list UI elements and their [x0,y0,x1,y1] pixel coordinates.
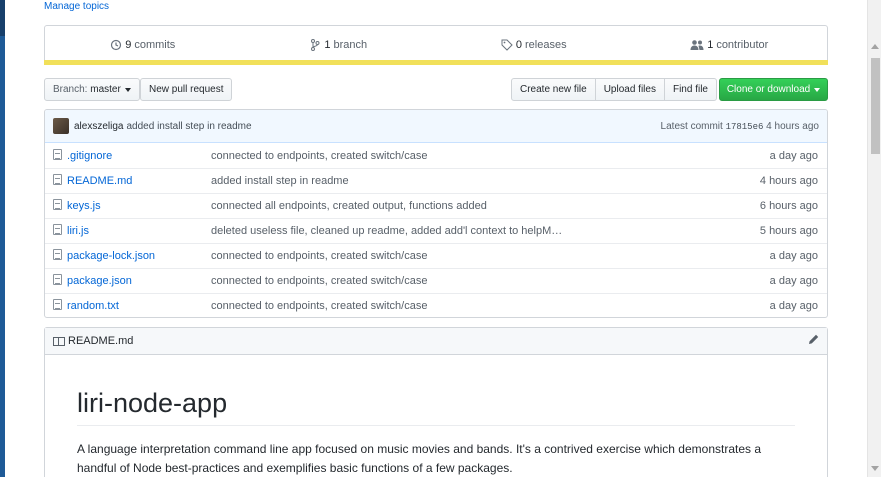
file-row: package.json connected to endpoints, crea… [45,268,827,293]
file-icon-cell [45,224,67,238]
window-frame-left [0,0,5,477]
create-new-file-button[interactable]: Create new file [511,78,596,101]
commit-sha[interactable]: 17815e6 [726,122,764,132]
pencil-icon[interactable] [808,334,819,348]
file-icon-cell [45,249,67,263]
latest-commit-label: Latest commit [660,120,723,132]
file-commit-message[interactable]: connected to endpoints, created switch/c… [211,250,707,262]
commits-stat[interactable]: 9 commits [45,26,241,64]
file-icon-cell [45,174,67,188]
file-list: alexszeliga added install step in readme… [44,109,828,318]
file-icon-cell [45,299,67,313]
file-name-link[interactable]: liri.js [67,225,211,237]
branches-stat[interactable]: 1 branch [241,26,437,64]
scrollbar-thumb[interactable] [871,58,880,154]
file-icon [53,299,62,310]
commits-label: commits [134,39,176,51]
file-row: liri.js deleted useless file, cleaned up … [45,218,827,243]
language-bar[interactable] [44,60,828,65]
file-commit-age: a day ago [769,250,818,262]
file-name-link[interactable]: package-lock.json [67,250,211,262]
file-commit-message[interactable]: connected to endpoints, created switch/c… [211,275,707,287]
file-commit-age: a day ago [769,275,818,287]
file-row: random.txt connected to endpoints, create… [45,293,827,317]
tag-icon [501,39,513,51]
latest-commit-info: Latest commit 17815e6 4 hours ago [661,121,819,132]
file-icon [53,199,62,210]
releases-stat[interactable]: 0 releases [436,26,632,64]
caret-down-icon [124,87,131,92]
file-icon [53,224,62,235]
file-name-link[interactable]: keys.js [67,200,211,212]
releases-count: 0 [515,39,523,51]
commit-age: 4 hours ago [766,120,819,132]
file-icon [53,274,62,285]
branches-label: branch [333,39,368,51]
commit-message[interactable]: added install step in readme [126,121,251,132]
new-pull-request-button[interactable]: New pull request [140,78,233,101]
file-commit-age: 6 hours ago [759,200,818,212]
clone-or-download-label: Clone or download [726,84,811,95]
readme-paragraph: A language interpretation command line a… [77,442,762,475]
releases-label: releases [525,39,567,51]
file-actions-group: Create new file Upload files Find file [511,78,717,101]
file-commit-age: 5 hours ago [759,225,818,237]
readme-body: liri-node-app A language interpretation … [45,388,827,477]
branch-select-button[interactable]: Branch: master [44,78,140,101]
file-name-link[interactable]: README.md [67,175,211,187]
manage-topics-link[interactable]: Manage topics [44,1,109,12]
readme-filename: README.md [68,335,134,347]
branch-prefix: Branch: [53,84,88,95]
contributors-count: 1 [707,39,714,51]
branch-name: master [90,84,121,95]
readme-title: liri-node-app [77,388,795,426]
find-file-button[interactable]: Find file [663,78,717,101]
commit-author[interactable]: alexszeliga [74,121,123,132]
scroll-up-icon[interactable] [871,44,879,49]
file-name-link[interactable]: .gitignore [67,150,211,162]
clone-or-download-button[interactable]: Clone or download [719,78,828,101]
file-row: README.md added install step in readme 4 h… [45,168,827,193]
history-icon [110,39,122,51]
file-commit-age: a day ago [769,149,818,162]
file-row: .gitignore connected to endpoints, create… [45,143,827,168]
file-icon-cell [45,274,67,288]
branch-icon [309,39,321,51]
repo-summary: 9 commits 1 branch 0 releases 1 contribu… [44,25,828,65]
vertical-scrollbar[interactable] [867,0,881,477]
caret-down-icon [814,87,821,92]
file-row: keys.js connected all endpoints, created … [45,193,827,218]
file-name-link[interactable]: random.txt [67,300,211,312]
file-rows: .gitignore connected to endpoints, create… [45,143,827,317]
file-name-link[interactable]: package.json [67,275,211,287]
file-commit-message[interactable]: connected to endpoints, created switch/c… [211,300,707,312]
file-icon [53,249,62,260]
file-icon-cell [45,148,67,163]
book-icon [53,336,65,346]
window-frame-nub [0,0,5,36]
file-commit-age: a day ago [769,300,818,312]
file-commit-age: 4 hours ago [759,175,818,187]
file-commit-message[interactable]: connected all endpoints, created output,… [211,200,707,212]
file-commit-message[interactable]: deleted useless file, cleaned up readme,… [211,225,707,237]
file-commit-message[interactable]: added install step in readme [211,175,707,187]
contributors-label: contributor [716,39,769,51]
latest-commit-bar: alexszeliga added install step in readme… [45,110,827,143]
readme-panel: README.md liri-node-app A language inter… [44,327,828,477]
readme-header: README.md [45,328,827,355]
file-icon-cell [45,199,67,213]
file-commit-message[interactable]: connected to endpoints, created switch/c… [211,150,707,162]
file-icon [53,148,62,160]
branches-count: 1 [324,39,331,51]
upload-files-button[interactable]: Upload files [594,78,665,101]
scroll-down-icon[interactable] [871,466,879,471]
file-icon [53,174,62,185]
contributors-stat[interactable]: 1 contributor [632,26,828,64]
avatar[interactable] [53,118,69,134]
file-row: package-lock.json connected to endpoints,… [45,243,827,268]
file-navigation-toolbar: Branch: master New pull request Create n… [44,78,828,101]
commits-count: 9 [125,39,132,51]
people-icon [690,39,704,51]
